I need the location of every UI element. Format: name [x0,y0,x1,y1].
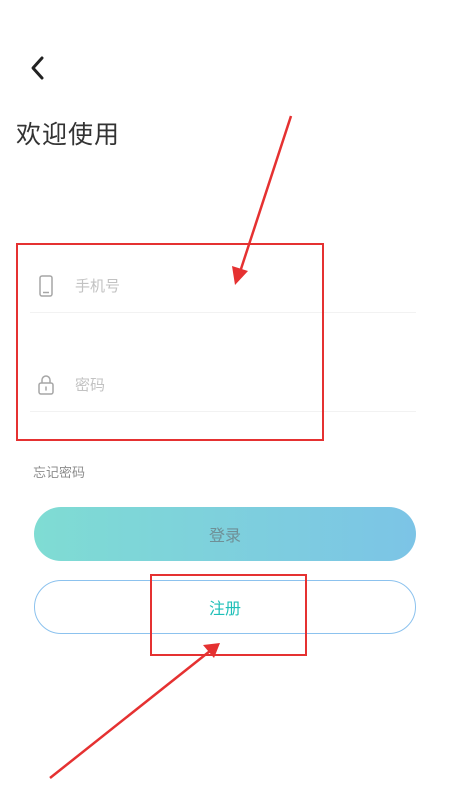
annotation-arrow-top [232,115,293,285]
annotation-arrow-bottom [49,643,220,779]
annotation-arrows [49,115,293,779]
